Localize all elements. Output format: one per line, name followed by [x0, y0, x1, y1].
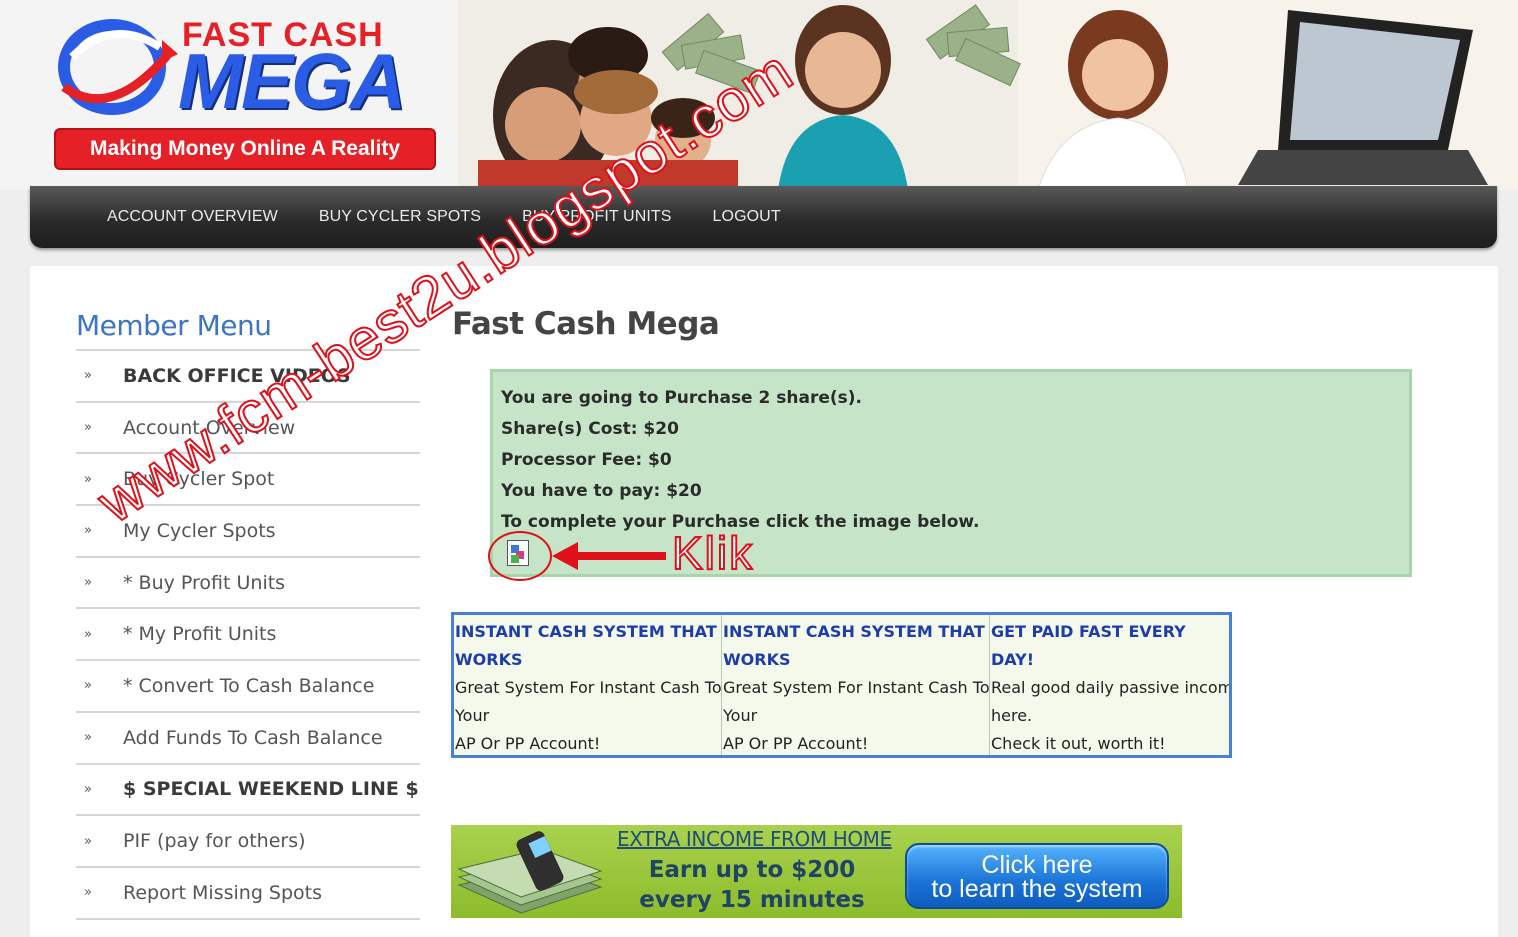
- purchase-total-line: You have to pay: $20: [501, 481, 702, 501]
- sidebar-item-label: $ SPECIAL WEEKEND LINE $: [123, 778, 419, 801]
- learn-system-button[interactable]: Click here to learn the system: [905, 843, 1169, 909]
- promo-frequency-line: every 15 minutes: [639, 887, 865, 913]
- double-chevron-icon: »: [84, 368, 92, 384]
- member-menu-title: Member Menu: [76, 306, 420, 351]
- member-menu-list: » BACK OFFICE VIDEOS » Account Overview …: [76, 351, 420, 920]
- sidebar-item-label: PIF (pay for others): [123, 830, 306, 853]
- ad-text: Real good daily passive income: [991, 678, 1229, 697]
- promo-headline: EXTRA INCOME FROM HOME: [617, 827, 892, 851]
- purchase-cost-line: Share(s) Cost: $20: [501, 419, 679, 439]
- site-header: FAST CASH MEGA Making Money Online A Rea…: [0, 0, 1518, 190]
- logo-text-mega: MEGA: [178, 37, 406, 125]
- purchase-summary-box: You are going to Purchase 2 share(s). Sh…: [490, 369, 1412, 577]
- ad-title-link[interactable]: GET PAID FAST EVERY DAY!: [991, 618, 1228, 674]
- sidebar-item-label: Add Funds To Cash Balance: [123, 726, 383, 749]
- logo-tagline: Making Money Online A Reality: [54, 128, 436, 170]
- sidebar-item-buy-cycler-spot[interactable]: » Buy Cycler Spot: [76, 454, 420, 507]
- sidebar-item-label: Buy Cycler Spot: [123, 468, 275, 491]
- ad-cell: GET PAID FAST EVERY DAY! Real good daily…: [990, 615, 1229, 755]
- globe-swoosh-icon: [58, 19, 178, 115]
- button-label-line1: Click here: [981, 851, 1093, 879]
- ad-text: Your: [455, 706, 490, 725]
- sidebar-item-label: My Cycler Spots: [123, 519, 276, 542]
- double-chevron-icon: »: [84, 471, 92, 487]
- top-nav-bar: ACCOUNT OVERVIEW BUY CYCLER SPOTS BUY PR…: [30, 186, 1497, 248]
- ad-cell: INSTANT CASH SYSTEM THAT WORKS Great Sys…: [454, 615, 722, 755]
- sidebar-item-my-cycler-spots[interactable]: » My Cycler Spots: [76, 506, 420, 558]
- ad-title-link[interactable]: INSTANT CASH SYSTEM THAT WORKS: [723, 618, 988, 674]
- double-chevron-icon: »: [84, 833, 92, 849]
- ad-text: Great System For Instant Cash To: [723, 678, 990, 697]
- double-chevron-icon: »: [84, 626, 92, 642]
- purchase-shares-line: You are going to Purchase 2 share(s).: [501, 388, 862, 408]
- promo-banner[interactable]: EXTRA INCOME FROM HOME Earn up to $200 e…: [451, 825, 1182, 918]
- sidebar-item-pif[interactable]: » PIF (pay for others): [76, 816, 420, 868]
- sidebar-item-label: Account Overview: [123, 416, 296, 439]
- sidebar-item-label: * Convert To Cash Balance: [123, 674, 375, 697]
- double-chevron-icon: »: [84, 575, 92, 591]
- purchase-fee-line: Processor Fee: $0: [501, 450, 672, 470]
- sidebar-item-convert-to-cash[interactable]: » * Convert To Cash Balance: [76, 661, 420, 713]
- page-title: Fast Cash Mega: [452, 306, 720, 342]
- header-banner-photo: [458, 0, 1518, 190]
- sidebar-item-label: * Buy Profit Units: [123, 571, 286, 594]
- nav-buy-cycler-spots[interactable]: BUY CYCLER SPOTS: [319, 208, 481, 226]
- ad-cell: INSTANT CASH SYSTEM THAT WORKS Great Sys…: [722, 615, 990, 755]
- double-chevron-icon: »: [84, 781, 92, 797]
- promo-text: Earn up to $200 every 15 minutes: [617, 855, 887, 915]
- purchase-instruction-line: To complete your Purchase click the imag…: [501, 512, 980, 532]
- broken-image-icon-part: [511, 555, 519, 563]
- sidebar-item-special-weekend-line[interactable]: » $ SPECIAL WEEKEND LINE $: [76, 765, 420, 817]
- member-menu: Member Menu » BACK OFFICE VIDEOS » Accou…: [76, 306, 420, 920]
- cash-and-phone-icon: [457, 831, 603, 914]
- double-chevron-icon: »: [84, 523, 92, 539]
- sidebar-item-label: Report Missing Spots: [123, 881, 323, 904]
- double-chevron-icon: »: [84, 678, 92, 694]
- double-chevron-icon: »: [84, 730, 92, 746]
- ad-text: AP Or PP Account!: [455, 734, 601, 753]
- ad-text: Great System For Instant Cash To: [455, 678, 722, 697]
- ad-links-table: INSTANT CASH SYSTEM THAT WORKS Great Sys…: [451, 612, 1232, 758]
- sidebar-item-report-missing-spots[interactable]: » Report Missing Spots: [76, 868, 420, 920]
- payment-processor-image-button[interactable]: [507, 540, 529, 566]
- button-label-line2: to learn the system: [931, 875, 1143, 903]
- ad-title-link[interactable]: INSTANT CASH SYSTEM THAT WORKS: [455, 618, 720, 674]
- sidebar-item-label: BACK OFFICE VIDEOS: [123, 364, 351, 387]
- nav-account-overview[interactable]: ACCOUNT OVERVIEW: [107, 208, 278, 226]
- sidebar-item-buy-profit-units[interactable]: » * Buy Profit Units: [76, 558, 420, 610]
- sidebar-item-my-profit-units[interactable]: » * My Profit Units: [76, 609, 420, 662]
- ad-text: Check it out, worth it!: [991, 734, 1166, 753]
- ad-text: here.: [991, 706, 1033, 725]
- double-chevron-icon: »: [84, 885, 92, 901]
- nav-buy-profit-units[interactable]: BUY PROFIT UNITS: [522, 208, 671, 226]
- ad-text: Your: [723, 706, 758, 725]
- sidebar-item-add-funds[interactable]: » Add Funds To Cash Balance: [76, 713, 420, 765]
- sidebar-item-label: * My Profit Units: [123, 623, 277, 646]
- sidebar-item-back-office-videos[interactable]: » BACK OFFICE VIDEOS: [76, 351, 420, 403]
- promo-earn-line: Earn up to $200: [648, 857, 856, 883]
- sidebar-item-account-overview[interactable]: » Account Overview: [76, 403, 420, 455]
- ad-text: AP Or PP Account!: [723, 734, 869, 753]
- nav-logout[interactable]: LOGOUT: [713, 208, 781, 226]
- double-chevron-icon: »: [84, 420, 92, 436]
- site-logo[interactable]: FAST CASH MEGA Making Money Online A Rea…: [52, 12, 442, 172]
- content-panel: Member Menu » BACK OFFICE VIDEOS » Accou…: [30, 266, 1498, 937]
